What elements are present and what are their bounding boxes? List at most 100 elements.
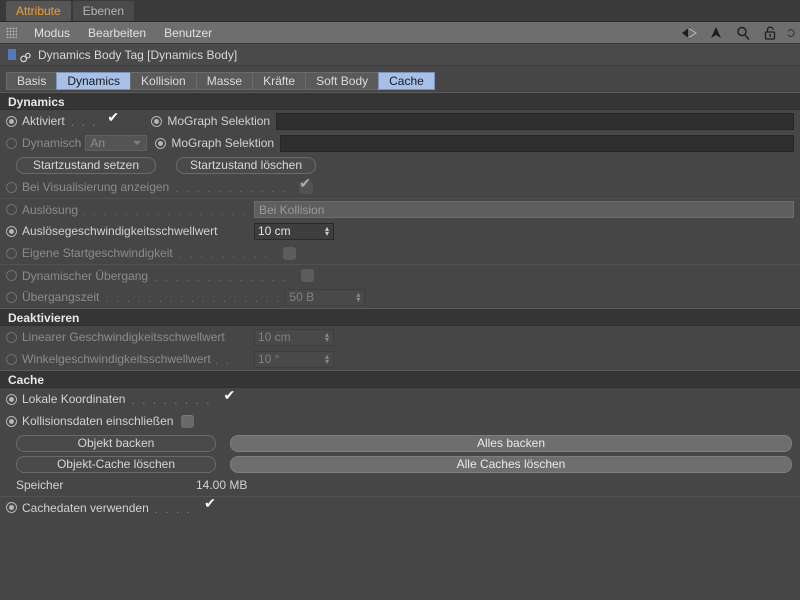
leader-dots: . . . . . . . . . . . . . . . . . [105,291,282,305]
window-tab-ebenen-label: Ebenen [82,4,125,18]
checkbox-bei-visualisierung[interactable] [299,176,314,194]
row-cachedaten-verwenden: Cachedaten verwenden . . . . [0,496,800,518]
value-speicher: 14.00 MB [196,478,248,492]
animation-dot-icon[interactable] [6,225,17,237]
checkbox-cachedaten-verwenden[interactable] [204,496,218,514]
drag-grip-icon[interactable] [6,27,17,38]
window-tab-bar: Attribute Ebenen [0,0,800,22]
row-ausloesung: Auslösung . . . . . . . . . . . . . . . … [0,198,800,220]
label-cachedaten-verwenden: Cachedaten verwenden [22,500,149,515]
button-objekt-cache-loeschen[interactable]: Objekt-Cache löschen [16,455,216,473]
input-linearer-schwellwert[interactable]: 10 cm ▴ ▾ [254,328,334,346]
leader-dots: . . . . . . . . . . . . . . . . . . . . [82,203,250,218]
tab-soft-body-label: Soft Body [316,74,369,88]
animation-dot-icon[interactable] [6,181,17,193]
button-alles-backen[interactable]: Alles backen [230,434,792,452]
animation-dot-icon[interactable] [6,393,17,405]
animation-dot-icon[interactable] [6,502,17,513]
button-startzustand-setzen[interactable]: Startzustand setzen [16,156,156,174]
tab-kollision[interactable]: Kollision [130,72,196,90]
search-icon[interactable] [734,24,752,42]
tab-cache-label: Cache [389,74,424,88]
animation-dot-icon[interactable] [6,415,17,427]
dropdown-ausloesung[interactable]: Bei Kollision [254,201,794,218]
menu-bar: Modus Bearbeiten Benutzer [0,22,800,44]
menu-item-benutzer[interactable]: Benutzer [155,22,221,44]
row-schwellwert: Auslösegeschwindigkeitsschwellwert 10 cm… [0,220,800,242]
section-header-deaktivieren: Deaktivieren [0,308,800,326]
label-bei-visualisierung: Bei Visualisierung anzeigen [22,180,170,194]
row-bake-buttons-2: Objekt-Cache löschen Alle Caches löschen [0,454,800,474]
dropdown-dynamisch-value: An [90,136,106,150]
row-speicher: Speicher 14.00 MB [0,474,800,496]
chevron-down-icon [133,141,142,145]
row-eigene-startgeschwindigkeit: Eigene Startgeschwindigkeit . . . . . . … [0,242,800,264]
animation-dot-icon[interactable] [6,353,17,365]
window-tab-attribute[interactable]: Attribute [6,1,71,21]
back-arrow-icon[interactable] [680,24,698,42]
animation-dot-icon[interactable] [151,115,163,127]
spinner-icon[interactable]: ▴ ▾ [325,352,329,367]
checkbox-kollisionsdaten[interactable] [181,414,195,428]
animation-dot-icon[interactable] [6,137,17,149]
input-mograph-selektion-2[interactable] [280,134,794,152]
checkbox-dynamischer-uebergang[interactable] [301,269,315,282]
section-header-dynamics: Dynamics [0,92,800,110]
button-alle-caches-loeschen[interactable]: Alle Caches löschen [230,455,792,473]
tab-dynamics[interactable]: Dynamics [56,72,131,90]
label-schwellwert: Auslösegeschwindigkeitsschwellwert [22,224,218,238]
tab-basis[interactable]: Basis [6,72,57,90]
label-dynamischer-uebergang: Dynamischer Übergang [22,268,149,283]
checkbox-lokale-koordinaten[interactable] [223,388,237,406]
input-uebergangszeit[interactable]: 50 B ▴ ▾ [285,288,366,306]
leader-dots: . . . . . . . . . [178,247,270,261]
label-linearer-schwellwert: Linearer Geschwindigkeitsschwellwert [22,330,225,344]
row-uebergangszeit: Übergangszeit . . . . . . . . . . . . . … [0,286,800,308]
label-aktiviert: Aktiviert [22,114,65,128]
label-lokale-koordinaten: Lokale Koordinaten [22,392,126,406]
window-tab-ebenen[interactable]: Ebenen [72,1,135,21]
tab-basis-label: Basis [17,74,47,88]
dropdown-ausloesung-value: Bei Kollision [259,202,325,217]
leader-dots: . . . [70,115,98,129]
input-schwellwert-value: 10 cm [258,224,291,238]
tab-masse[interactable]: Masse [195,72,253,90]
row-lokale-koordinaten: Lokale Koordinaten . . . . . . . . [0,388,800,410]
animation-dot-icon[interactable] [6,115,17,127]
property-tab-bar: Basis Dynamics Kollision Masse Kräfte So… [0,70,800,92]
tab-soft-body[interactable]: Soft Body [305,72,379,90]
dropdown-dynamisch[interactable]: An [85,135,148,151]
button-startzustand-loeschen[interactable]: Startzustand löschen [176,156,316,174]
label-kollisionsdaten: Kollisionsdaten einschließen [22,414,174,428]
up-arrow-icon[interactable] [707,24,725,42]
leader-dots: . . [214,353,231,367]
lock-icon[interactable] [761,24,779,42]
spinner-icon[interactable]: ▴ ▾ [356,290,360,305]
animation-dot-icon[interactable] [6,204,17,215]
history-icon[interactable] [788,24,798,42]
animation-dot-icon[interactable] [6,270,17,281]
menu-item-bearbeiten[interactable]: Bearbeiten [79,22,155,44]
input-winkel-schwellwert[interactable]: 10 ° ▴ ▾ [254,350,334,368]
tab-dynamics-label: Dynamics [67,74,121,88]
input-schwellwert[interactable]: 10 cm ▴ ▾ [254,222,334,240]
checkbox-eigene-startgeschwindigkeit[interactable] [283,246,297,260]
animation-dot-icon[interactable] [155,137,167,149]
tab-cache[interactable]: Cache [378,72,435,90]
animation-dot-icon[interactable] [6,331,17,343]
spinner-icon[interactable]: ▴ ▾ [325,224,329,239]
menu-item-modus[interactable]: Modus [25,22,79,44]
row-startzustand-buttons: Startzustand setzen Startzustand löschen [0,154,800,176]
input-mograph-selektion-1[interactable] [276,112,794,130]
leader-dots: . . . . [154,501,193,516]
animation-dot-icon[interactable] [6,247,17,259]
spinner-icon[interactable]: ▴ ▾ [325,330,329,345]
menu-bar-icon-group [680,22,800,44]
object-title-bar: Dynamics Body Tag [Dynamics Body] [0,44,800,66]
tab-masse-label: Masse [206,74,243,88]
window-tab-attribute-label: Attribute [16,4,61,18]
animation-dot-icon[interactable] [6,291,17,303]
checkbox-aktiviert[interactable] [107,110,121,128]
button-objekt-backen[interactable]: Objekt backen [16,434,216,452]
tab-kraefte[interactable]: Kräfte [252,72,306,90]
